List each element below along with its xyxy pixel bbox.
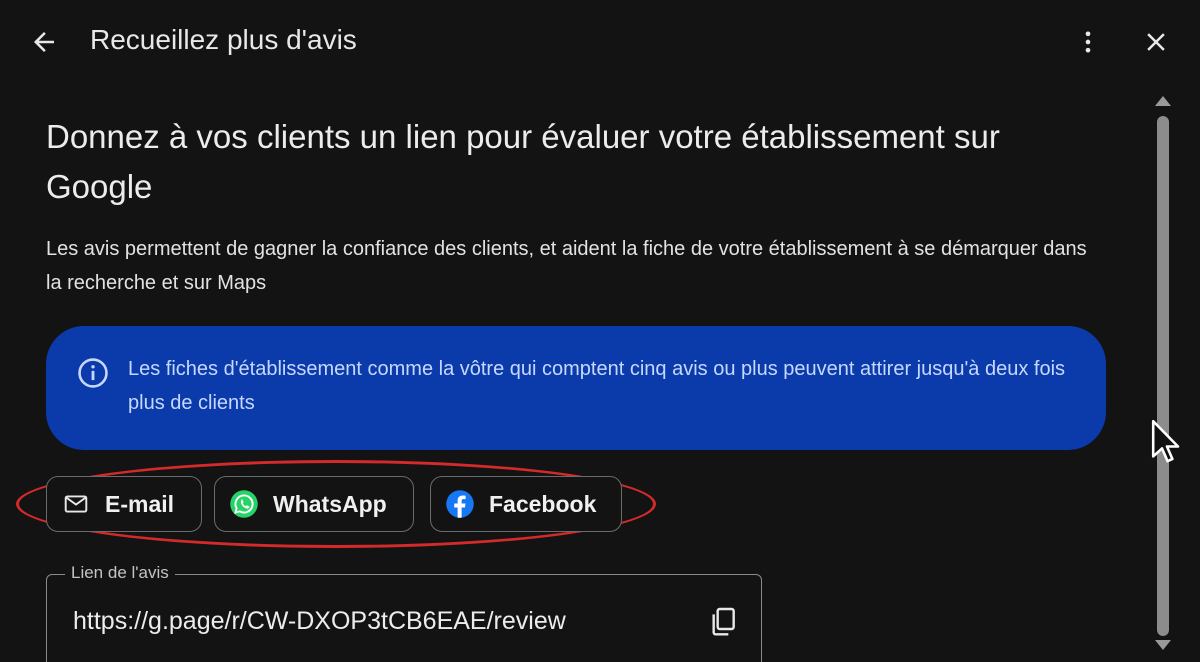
copy-link-button[interactable]	[701, 599, 745, 643]
whatsapp-icon	[229, 489, 259, 519]
info-icon	[78, 358, 108, 388]
info-banner-text: Les fiches d'établissement comme la vôtr…	[128, 358, 1066, 414]
page-heading: Donnez à vos clients un lien pour évalue…	[46, 118, 1000, 205]
facebook-icon	[445, 489, 475, 519]
review-link-value[interactable]: https://g.page/r/CW-DXOP3tCB6EAE/review	[73, 607, 566, 636]
share-email-label: E-mail	[105, 490, 175, 517]
share-facebook-label: Facebook	[489, 490, 597, 517]
more-options-button[interactable]	[1066, 20, 1110, 64]
share-whatsapp-label: WhatsApp	[273, 490, 387, 517]
page-description: Les avis permettent de gagner la confian…	[46, 238, 1087, 294]
close-button[interactable]	[1134, 20, 1178, 64]
scroll-down-arrow-icon[interactable]	[1155, 640, 1171, 650]
vertical-scrollbar[interactable]	[1150, 92, 1176, 662]
dialog-title: Recueillez plus d'avis	[90, 24, 357, 55]
share-facebook-button[interactable]: Facebook	[430, 476, 622, 532]
review-dialog: Recueillez plus d'avis Donnez à vos clie…	[0, 0, 1200, 662]
scrollbar-thumb[interactable]	[1157, 116, 1169, 636]
share-email-button[interactable]: E-mail	[46, 476, 202, 532]
review-link-field[interactable]: Lien de l'avis https://g.page/r/CW-DXOP3…	[46, 563, 762, 662]
close-icon	[1147, 33, 1165, 51]
scrollbar-track[interactable]	[1157, 116, 1169, 636]
info-banner: Les fiches d'établissement comme la vôtr…	[46, 326, 1106, 450]
mail-icon	[61, 489, 91, 519]
review-link-label: Lien de l'avis	[65, 563, 175, 583]
more-vertical-icon	[1085, 31, 1091, 53]
copy-icon	[712, 607, 735, 636]
share-whatsapp-button[interactable]: WhatsApp	[214, 476, 414, 532]
arrow-back-icon	[34, 32, 54, 52]
back-button[interactable]	[22, 20, 66, 64]
scroll-up-arrow-icon[interactable]	[1155, 96, 1171, 106]
dialog-header: Recueillez plus d'avis	[0, 0, 1200, 86]
